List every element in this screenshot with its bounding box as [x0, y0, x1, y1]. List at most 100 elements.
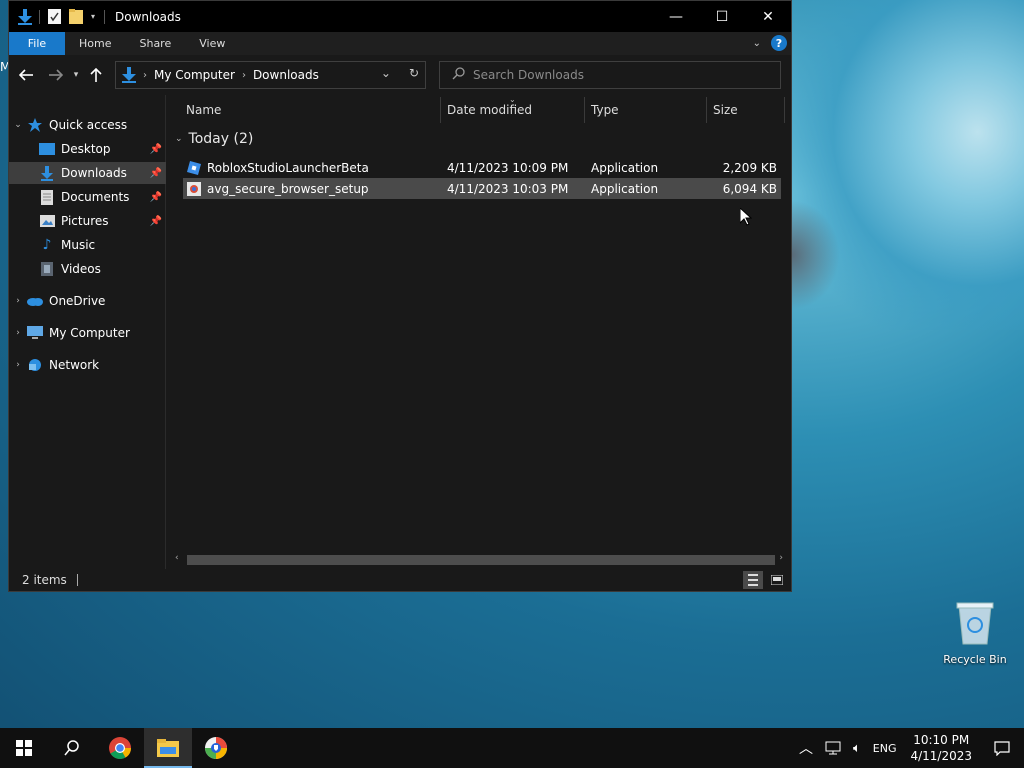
- avg-browser-taskbar-button[interactable]: [192, 728, 240, 768]
- breadcrumb-chevron-icon[interactable]: ›: [143, 70, 147, 81]
- column-header-size[interactable]: Size: [713, 95, 738, 125]
- ribbon-right-controls: ⌄ ?: [753, 35, 787, 51]
- expand-ribbon-chevron-icon[interactable]: ⌄: [753, 38, 761, 49]
- close-button[interactable]: ✕: [745, 1, 791, 32]
- collapse-chevron-icon[interactable]: ⌄: [9, 120, 27, 130]
- explorer-content: ⌄ Quick access Desktop 📌 Downloads 📌 Doc…: [9, 95, 791, 569]
- volume-speaker-icon[interactable]: 🔈︎: [847, 728, 867, 768]
- tab-home[interactable]: Home: [65, 32, 125, 55]
- window-title: Downloads: [115, 9, 181, 24]
- nav-item-videos[interactable]: Videos: [9, 258, 166, 280]
- search-input[interactable]: [473, 68, 773, 82]
- group-collapse-chevron-icon[interactable]: ⌄: [175, 134, 183, 144]
- column-header-date-modified[interactable]: Date modified: [447, 95, 532, 125]
- breadcrumb-chevron-icon[interactable]: ›: [242, 70, 246, 81]
- column-divider[interactable]: [706, 97, 707, 123]
- expand-chevron-icon[interactable]: ›: [9, 360, 27, 370]
- navigation-pane[interactable]: ⌄ Quick access Desktop 📌 Downloads 📌 Doc…: [9, 95, 166, 569]
- refresh-icon[interactable]: ↻: [409, 66, 419, 80]
- column-header-name[interactable]: Name: [186, 95, 221, 125]
- nav-item-onedrive[interactable]: › OneDrive: [9, 290, 166, 312]
- search-box[interactable]: [439, 61, 781, 89]
- start-button[interactable]: [0, 728, 48, 768]
- nav-item-label: Videos: [61, 262, 101, 276]
- address-bar-actions: ⌄ ↻: [381, 66, 419, 80]
- scrollbar-thumb[interactable]: [187, 555, 775, 565]
- scroll-left-icon[interactable]: ‹: [175, 553, 179, 563]
- pin-icon[interactable]: 📌: [150, 168, 162, 179]
- window-controls: — ☐ ✕: [653, 1, 791, 32]
- input-language[interactable]: ENG: [867, 728, 903, 768]
- pin-icon[interactable]: 📌: [150, 192, 162, 203]
- address-bar[interactable]: › My Computer › Downloads ⌄ ↻: [115, 61, 426, 89]
- show-hidden-icons-chevron-icon[interactable]: ︿: [793, 728, 819, 768]
- downloads-location-icon: [122, 67, 136, 83]
- column-header-type[interactable]: Type: [591, 95, 619, 125]
- expand-chevron-icon[interactable]: ›: [9, 328, 27, 338]
- group-label: Today (2): [188, 131, 254, 147]
- horizontal-scrollbar[interactable]: ‹ ›: [175, 553, 783, 567]
- clock[interactable]: 10:10 PM 4/11/2023: [902, 732, 980, 764]
- file-list-pane[interactable]: Name ⌄ Date modified Type Size ⌄ Today (…: [167, 95, 791, 569]
- clock-date: 4/11/2023: [910, 749, 972, 763]
- recycle-bin-desktop-icon[interactable]: Recycle Bin: [940, 600, 1010, 666]
- nav-item-label: Desktop: [61, 142, 111, 156]
- search-icon: [452, 67, 465, 83]
- nav-item-music[interactable]: ♪ Music: [9, 234, 166, 256]
- nav-item-quick-access[interactable]: ⌄ Quick access: [9, 114, 166, 136]
- maximize-button[interactable]: ☐: [699, 1, 745, 32]
- details-view-icon[interactable]: [743, 571, 763, 589]
- forward-button[interactable]: [43, 62, 69, 88]
- minimize-button[interactable]: —: [653, 1, 699, 32]
- videos-film-icon: [39, 261, 55, 277]
- tab-share[interactable]: Share: [125, 32, 185, 55]
- view-switcher: [743, 571, 787, 589]
- large-icons-view-icon[interactable]: [767, 571, 787, 589]
- scroll-right-icon[interactable]: ›: [779, 553, 783, 563]
- chrome-taskbar-button[interactable]: [96, 728, 144, 768]
- new-folder-icon[interactable]: [68, 9, 84, 25]
- network-status-icon[interactable]: [819, 728, 847, 768]
- nav-item-network[interactable]: › Network: [9, 354, 166, 376]
- breadcrumb-my-computer[interactable]: My Computer: [154, 68, 235, 82]
- pin-icon[interactable]: 📌: [150, 216, 162, 227]
- title-bar[interactable]: ▾ Downloads — ☐ ✕: [9, 1, 791, 32]
- tab-view[interactable]: View: [185, 32, 239, 55]
- help-icon[interactable]: ?: [771, 35, 787, 51]
- search-button[interactable]: [48, 728, 96, 768]
- back-button[interactable]: [13, 62, 39, 88]
- forward-arrow-icon: [49, 69, 63, 81]
- search-icon: [64, 740, 79, 756]
- nav-item-documents[interactable]: Documents 📌: [9, 186, 166, 208]
- nav-item-pictures[interactable]: Pictures 📌: [9, 210, 166, 232]
- nav-item-desktop[interactable]: Desktop 📌: [9, 138, 166, 160]
- file-row[interactable]: RobloxStudioLauncherBeta 4/11/2023 10:09…: [183, 157, 781, 178]
- tab-file[interactable]: File: [9, 32, 65, 55]
- recent-locations-button[interactable]: ▾: [69, 62, 83, 88]
- column-divider[interactable]: [784, 97, 785, 123]
- pin-icon[interactable]: 📌: [150, 144, 162, 155]
- properties-icon[interactable]: [46, 9, 62, 25]
- nav-item-my-computer[interactable]: › My Computer: [9, 322, 166, 344]
- file-type: Application: [591, 160, 659, 175]
- file-explorer-window[interactable]: ▾ Downloads — ☐ ✕ File Home Share View ⌄…: [8, 0, 792, 592]
- nav-item-label: Pictures: [61, 214, 109, 228]
- column-divider[interactable]: [584, 97, 585, 123]
- downloads-arrow-icon[interactable]: [17, 8, 33, 25]
- address-history-chevron-icon[interactable]: ⌄: [381, 66, 391, 80]
- up-button[interactable]: [83, 62, 109, 88]
- documents-icon: [39, 189, 55, 205]
- expand-chevron-icon[interactable]: ›: [9, 296, 27, 306]
- file-explorer-taskbar-button[interactable]: [144, 728, 192, 768]
- desktop-icon: [39, 141, 55, 157]
- customize-quick-access-icon[interactable]: ▾: [88, 9, 98, 25]
- breadcrumb-downloads[interactable]: Downloads: [253, 68, 319, 82]
- status-bar: 2 items: [9, 569, 791, 591]
- nav-item-downloads[interactable]: Downloads 📌: [9, 162, 166, 184]
- group-header-today[interactable]: ⌄ Today (2): [175, 131, 253, 147]
- column-divider[interactable]: [440, 97, 441, 123]
- computer-icon: [27, 325, 43, 341]
- file-row[interactable]: avg_secure_browser_setup 4/11/2023 10:03…: [183, 178, 781, 199]
- file-type: Application: [591, 181, 659, 196]
- action-center-notification-icon[interactable]: [980, 728, 1024, 768]
